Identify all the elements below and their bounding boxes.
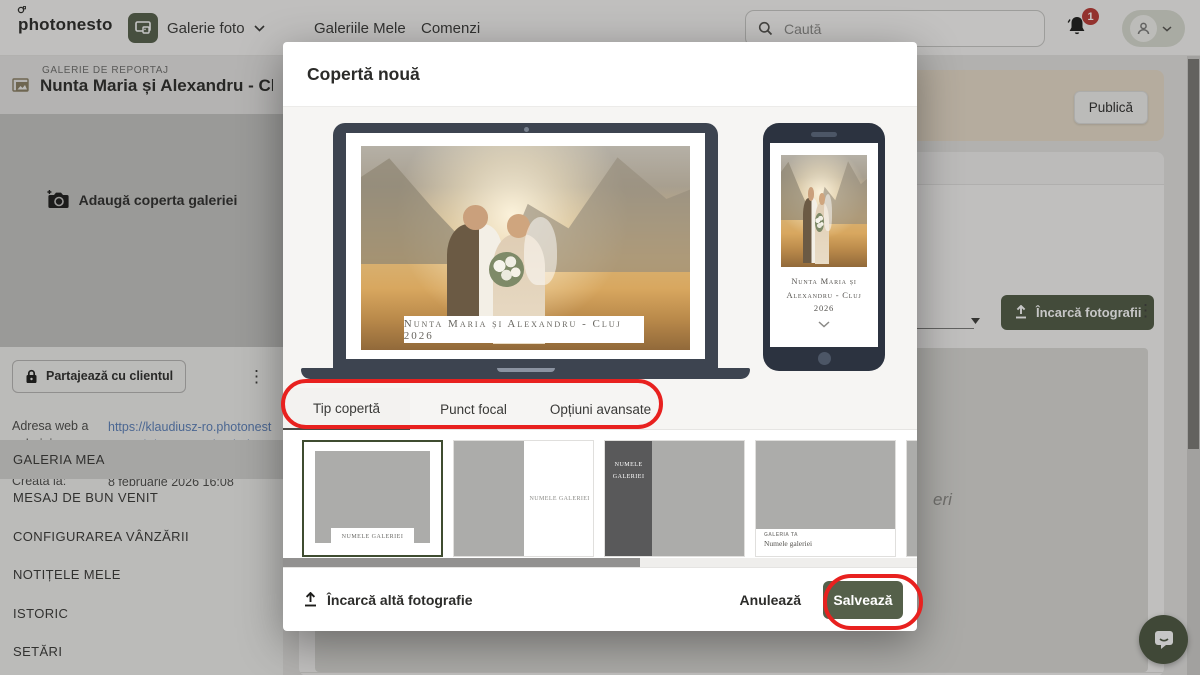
upload-other-label: Încarcă altă fotografie [327, 591, 473, 608]
new-cover-modal: Copertă nouă Nunta Maria și Alexandru - … [283, 42, 917, 631]
cover-template-5[interactable] [906, 440, 917, 557]
phone-cover-caption: Nunta Maria și Alexandru - Cluj 2026 [786, 276, 862, 314]
app-window: photonesto Galerie foto Galeriile Mele C… [0, 0, 1200, 675]
template-caption: NUMELE GALERIEI [529, 495, 590, 502]
cover-modal-tabs: Tip copertă Punct focal Opțiuni avansate [283, 388, 917, 430]
tab-punct-focal[interactable]: Punct focal [410, 388, 537, 430]
chevron-down-icon [818, 321, 830, 328]
cover-photo: Nunta Maria și Alexandru - Cluj 2026 [361, 146, 690, 350]
laptop-webcam-dot [523, 127, 529, 132]
cover-template-4[interactable]: GALERIA TA Numele galeriei [755, 440, 896, 557]
upload-icon [303, 591, 318, 608]
template-caption: NUMELE GALERIEI [612, 462, 645, 480]
cancel-button[interactable]: Anulează [740, 592, 801, 608]
cover-caption: Nunta Maria și Alexandru - Cluj 2026 [403, 316, 644, 343]
template-caption: NUMELE GALERIEI [331, 528, 414, 546]
cover-photo-mobile [781, 155, 867, 267]
phone-speaker [811, 132, 837, 137]
laptop-preview: Nunta Maria și Alexandru - Cluj 2026 [301, 123, 782, 379]
cover-template-list: NUMELE GALERIEI NUMELE GALERIEI NUMELE G… [283, 431, 917, 557]
modal-title: Copertă nouă [307, 64, 420, 84]
phone-preview: Nunta Maria și Alexandru - Cluj 2026 [763, 123, 885, 371]
template-eyebrow: GALERIA TA [764, 532, 798, 538]
template-scrollbar-thumb[interactable] [283, 558, 640, 567]
laptop-base [301, 368, 750, 379]
cover-template-2[interactable]: NUMELE GALERIEI [453, 440, 594, 557]
modal-footer: Încarcă altă fotografie Anulează Salveaz… [283, 567, 917, 631]
cover-preview-section: Nunta Maria și Alexandru - Cluj 2026 Nun… [283, 106, 917, 430]
tab-tip-coperta[interactable]: Tip copertă [283, 388, 410, 430]
tab-optiuni-avansate[interactable]: Opțiuni avansate [537, 388, 664, 430]
phone-home-button [817, 352, 831, 365]
cover-template-1-selected[interactable]: NUMELE GALERIEI [302, 440, 443, 557]
laptop-screen: Nunta Maria și Alexandru - Cluj 2026 [333, 123, 718, 368]
cover-template-3[interactable]: NUMELE GALERIEI [604, 440, 745, 557]
template-caption: Numele galeriei [764, 539, 813, 548]
phone-screen: Nunta Maria și Alexandru - Cluj 2026 [770, 143, 878, 347]
upload-other-photo-button[interactable]: Încarcă altă fotografie [303, 591, 473, 608]
save-button[interactable]: Salvează [823, 580, 903, 619]
template-scrollbar[interactable] [283, 558, 917, 567]
